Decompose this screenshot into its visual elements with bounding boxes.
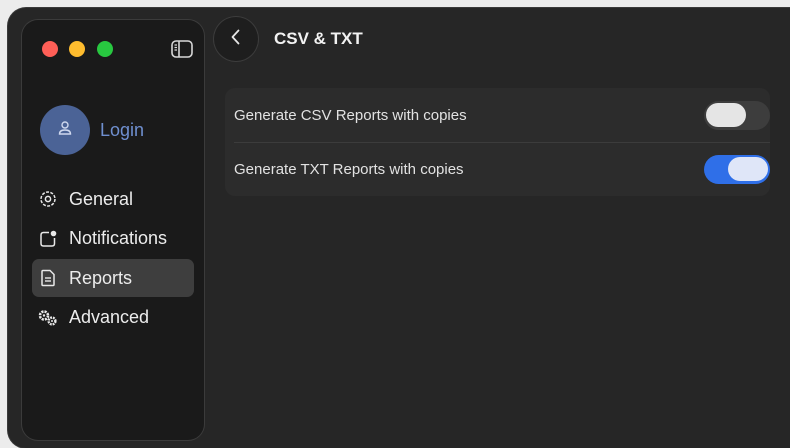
setting-label-txt: Generate TXT Reports with copies	[234, 160, 464, 178]
close-window-button[interactable]	[42, 41, 58, 57]
setting-row-txt: Generate TXT Reports with copies	[225, 142, 770, 196]
notification-badge-icon	[38, 229, 58, 249]
setting-row-csv: Generate CSV Reports with copies	[225, 88, 770, 142]
avatar[interactable]	[40, 105, 90, 155]
sidebar-item-advanced[interactable]: Advanced	[32, 299, 194, 337]
sidebar: Login General Notifications Reports Adva…	[22, 20, 204, 440]
sidebar-item-label: Notifications	[69, 228, 168, 248]
login-profile[interactable]: Login	[40, 105, 144, 155]
sidebar-item-reports[interactable]: Reports	[32, 259, 194, 297]
toggle-knob	[706, 103, 746, 127]
person-icon	[57, 120, 73, 141]
page-header: CSV & TXT	[214, 16, 363, 62]
app-window: Login General Notifications Reports Adva…	[8, 8, 790, 448]
login-label[interactable]: Login	[100, 120, 144, 141]
sidebar-item-label: General	[69, 188, 134, 209]
sidebar-item-notifications[interactable]: Notifications	[32, 220, 194, 258]
sidebar-nav: General Notifications Reports Advanced	[32, 180, 194, 338]
gear-icon	[38, 189, 58, 209]
minimize-window-button[interactable]	[69, 41, 85, 57]
settings-panel: Generate CSV Reports with copies Generat…	[225, 88, 770, 196]
sidebar-item-general[interactable]: General	[32, 180, 194, 218]
sidebar-toggle-icon[interactable]	[171, 40, 193, 58]
txt-copies-toggle[interactable]	[704, 154, 770, 184]
gears-icon	[38, 308, 58, 328]
toggle-knob	[728, 157, 768, 181]
chevron-left-icon	[229, 28, 243, 51]
setting-label-csv: Generate CSV Reports with copies	[234, 106, 467, 124]
sidebar-item-label: Advanced	[69, 307, 150, 327]
zoom-window-button[interactable]	[97, 41, 113, 57]
document-icon	[38, 268, 58, 288]
page-title: CSV & TXT	[274, 29, 363, 48]
back-button[interactable]	[214, 17, 258, 61]
sidebar-item-label: Reports	[69, 267, 133, 288]
csv-copies-toggle[interactable]	[704, 100, 770, 130]
